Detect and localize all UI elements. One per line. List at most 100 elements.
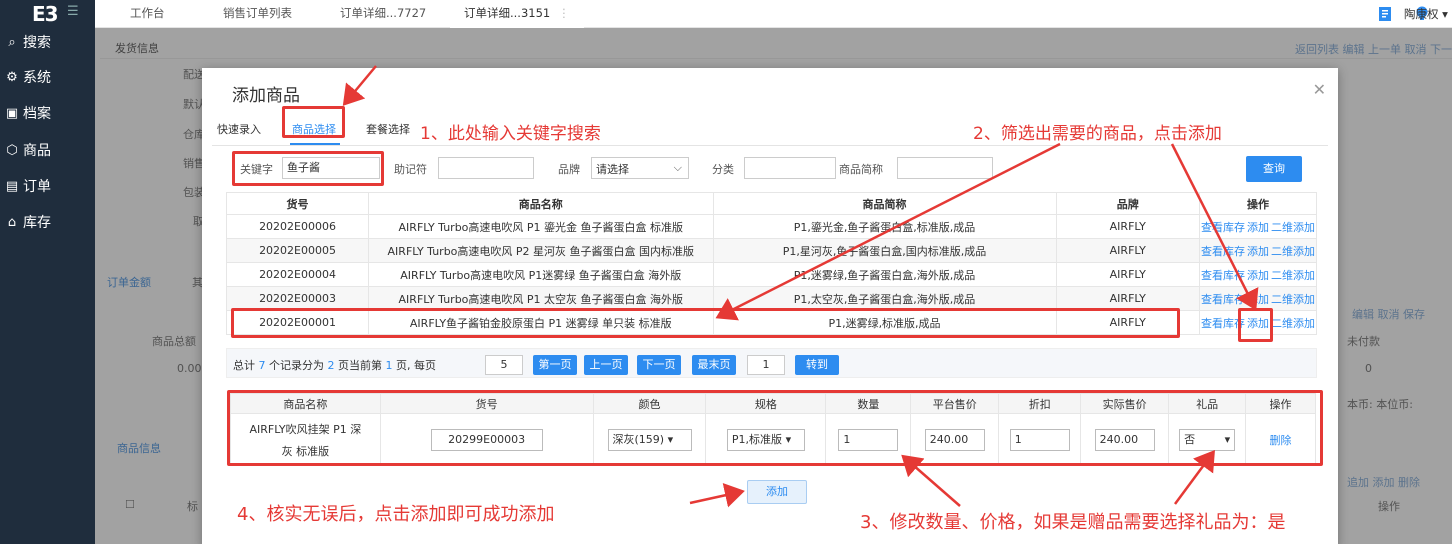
add-link[interactable]: 添加 — [1247, 245, 1269, 258]
highlight-product-tab — [282, 106, 345, 138]
pager-text: 页当前第 — [338, 359, 382, 372]
cell-brand: AIRFLY — [1055, 286, 1200, 311]
view-stock-link[interactable]: 查看库存 — [1201, 245, 1245, 258]
tab-workbench[interactable]: 工作台 — [130, 0, 165, 28]
column-header: 操作 — [1198, 192, 1318, 215]
matrix-add-link[interactable]: 二维添加 — [1271, 269, 1315, 282]
cell-name: AIRFLY Turbo高速电吹风 P1迷雾绿 鱼子酱蛋白盒 海外版 — [368, 262, 714, 287]
sidebar-item-inventory[interactable]: ⌂ 库存 — [4, 207, 51, 237]
last-page-button[interactable]: 最末页 — [692, 355, 736, 375]
cell-short: P1,星河灰,鱼子酱蛋白盒,国内标准版,成品 — [712, 238, 1057, 263]
tab-sales-order-list[interactable]: 销售订单列表 — [223, 0, 292, 28]
menu-toggle-icon[interactable]: ☰ — [67, 4, 79, 19]
annotation-step3: 3、修改数量、价格，如果是赠品需要选择礼品为：是 — [860, 512, 1286, 533]
sidebar-item-system[interactable]: ⚙ 系统 — [4, 62, 51, 92]
first-page-button[interactable]: 第一页 — [533, 355, 577, 375]
pager-summary: 总计 7 个记录分为 2 页当前第 1 页, 每页 — [233, 357, 436, 373]
sidebar-item-orders[interactable]: ▤ 订单 — [4, 171, 51, 201]
cell-actions: 查看库存 添加 二维添加 — [1198, 262, 1318, 287]
pager-total: 7 — [258, 359, 266, 372]
pager-text: 总计 — [233, 359, 255, 372]
tab-label: 订单详细...7727 — [340, 6, 427, 20]
user-name: 陶康权 — [1404, 7, 1439, 21]
sidebar-item-search[interactable]: ⌕ 搜索 — [4, 27, 51, 57]
mnemonic-label: 助记符 — [394, 163, 427, 176]
cell-name: AIRFLY Turbo高速电吹风 P1 鎏光金 鱼子酱蛋白盒 标准版 — [368, 214, 714, 239]
chevron-down-icon: ▾ — [1442, 7, 1448, 21]
goto-button[interactable]: 转到 — [795, 355, 839, 375]
sidebar-item-label: 库存 — [23, 215, 51, 231]
cell-brand: AIRFLY — [1055, 214, 1200, 239]
cell-sku: 20202E00006 — [225, 214, 370, 239]
tab-order-detail-3151[interactable]: 订单详细...3151 ⋮ — [450, 0, 584, 28]
matrix-add-link[interactable]: 二维添加 — [1271, 245, 1315, 258]
divider — [212, 145, 1328, 146]
sidebar-item-products[interactable]: ⬡ 商品 — [4, 135, 51, 165]
query-button[interactable]: 查询 — [1246, 156, 1302, 182]
tab-label: 订单详细...3151 — [464, 6, 551, 20]
add-button[interactable]: 添加 — [747, 480, 807, 504]
category-label: 分类 — [712, 163, 734, 176]
tab-package-select[interactable]: 套餐选择 — [366, 121, 410, 137]
pager-current: 1 — [385, 359, 393, 372]
cell-actions: 查看库存 添加 二维添加 — [1198, 286, 1318, 311]
pager-text: 页, 每页 — [396, 359, 436, 372]
next-page-button[interactable]: 下一页 — [637, 355, 681, 375]
cell-brand: AIRFLY — [1055, 262, 1200, 287]
short-name-input[interactable] — [897, 157, 993, 179]
cell-sku: 20202E00004 — [225, 262, 370, 287]
annotation-step1: 1、此处输入关键字搜索 — [420, 124, 601, 144]
cell-name: AIRFLY Turbo高速电吹风 P1 太空灰 鱼子酱蛋白盒 海外版 — [368, 286, 714, 311]
table-row: 20202E00006 AIRFLY Turbo高速电吹风 P1 鎏光金 鱼子酱… — [225, 214, 1318, 239]
view-stock-link[interactable]: 查看库存 — [1201, 221, 1245, 234]
brand-select[interactable]: 请选择 ⌵ — [591, 157, 689, 179]
add-link[interactable]: 添加 — [1247, 221, 1269, 234]
brand-label: 品牌 — [558, 163, 580, 176]
annotation-step4: 4、核实无误后，点击添加即可成功添加 — [237, 504, 555, 525]
view-stock-link[interactable]: 查看库存 — [1201, 269, 1245, 282]
top-bar: 工作台 销售订单列表 订单详细...7727 订单详细...3151 ⋮ — [95, 0, 1452, 28]
document-icon[interactable] — [1375, 4, 1395, 24]
cell-brand: AIRFLY — [1055, 238, 1200, 263]
tab-order-detail-7727[interactable]: 订单详细...7727 — [340, 0, 426, 28]
add-link[interactable]: 添加 — [1247, 269, 1269, 282]
tab-label: 销售订单列表 — [223, 6, 292, 20]
matrix-add-link[interactable]: 二维添加 — [1271, 317, 1315, 330]
tab-quick-entry[interactable]: 快速录入 — [217, 121, 261, 137]
order-icon: ▤ — [5, 178, 19, 194]
cell-short: P1,太空灰,鱼子酱蛋白盒,海外版,成品 — [712, 286, 1057, 311]
column-header: 商品名称 — [368, 192, 714, 215]
cell-name: AIRFLY Turbo高速电吹风 P2 星河灰 鱼子酱蛋白盒 国内标准版 — [368, 238, 714, 263]
pager-text: 个记录分为 — [269, 359, 324, 372]
gear-icon: ⚙ — [6, 69, 18, 85]
home-icon: ⌂ — [7, 214, 17, 230]
sidebar: E3 ☰ ⌕ 搜索 ⚙ 系统 ▣ 档案 ⬡ 商品 ▤ 订单 ⌂ 库存 — [0, 0, 95, 544]
goto-page-input[interactable]: 1 — [747, 355, 785, 375]
user-menu[interactable]: 陶康权 ▾ — [1404, 6, 1448, 22]
add-link[interactable]: 添加 — [1247, 293, 1269, 306]
prev-page-button[interactable]: 上一页 — [584, 355, 628, 375]
table-header-row: 货号 商品名称 商品简称 品牌 操作 — [225, 192, 1318, 215]
short-name-label: 商品简称 — [839, 163, 883, 176]
matrix-add-link[interactable]: 二维添加 — [1271, 293, 1315, 306]
mnemonic-input[interactable] — [438, 157, 534, 179]
view-stock-link[interactable]: 查看库存 — [1201, 293, 1245, 306]
matrix-add-link[interactable]: 二维添加 — [1271, 221, 1315, 234]
table-row: 20202E00003 AIRFLY Turbo高速电吹风 P1 太空灰 鱼子酱… — [225, 286, 1318, 311]
cell-sku: 20202E00003 — [225, 286, 370, 311]
cell-sku: 20202E00005 — [225, 238, 370, 263]
cell-actions: 查看库存 添加 二维添加 — [1198, 238, 1318, 263]
search-icon: ⌕ — [8, 34, 16, 50]
table-row: 20202E00004 AIRFLY Turbo高速电吹风 P1迷雾绿 鱼子酱蛋… — [225, 262, 1318, 287]
per-page-input[interactable]: 5 — [485, 355, 523, 375]
close-icon[interactable]: ✕ — [1313, 80, 1326, 99]
sidebar-item-archive[interactable]: ▣ 档案 — [4, 98, 51, 128]
sidebar-item-label: 订单 — [23, 179, 51, 195]
category-input[interactable] — [744, 157, 836, 179]
modal-title: 添加商品 — [232, 86, 300, 106]
more-icon[interactable]: ⋮ — [558, 6, 570, 20]
sidebar-item-label: 档案 — [23, 106, 51, 122]
sidebar-item-label: 搜索 — [23, 35, 51, 51]
pager-pages: 2 — [327, 359, 335, 372]
cell-short: P1,鎏光金,鱼子酱蛋白盒,标准版,成品 — [712, 214, 1057, 239]
